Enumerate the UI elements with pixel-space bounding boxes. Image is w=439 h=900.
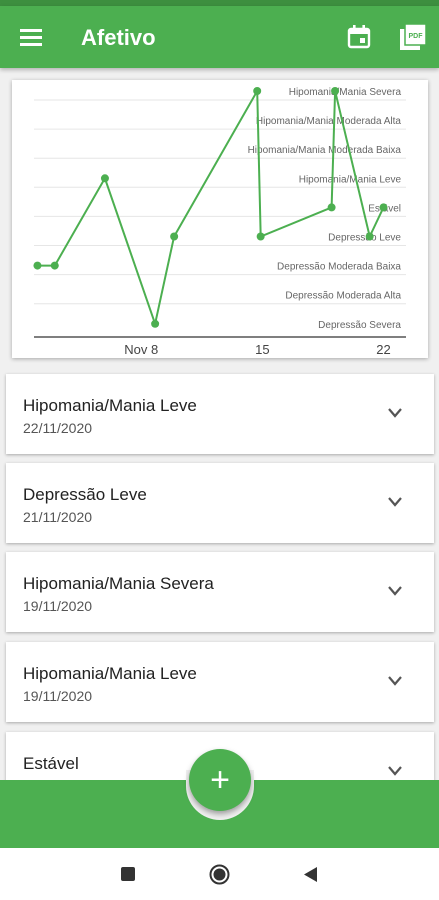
y-tick-label: Hipomania/Mania Leve: [299, 174, 402, 185]
mood-data-point: [100, 174, 109, 183]
x-tick-label: 15: [255, 342, 269, 357]
chevron-down-icon[interactable]: [386, 584, 404, 598]
chevron-down-icon[interactable]: [386, 495, 404, 509]
mood-data-point: [365, 232, 374, 241]
entry-date: 19/11/2020: [23, 598, 93, 614]
mood-data-point: [327, 203, 336, 212]
square-icon[interactable]: [121, 867, 135, 881]
entry-mood-label: Estável: [23, 754, 79, 773]
entry-date: 19/11/2020: [23, 688, 93, 704]
mood-data-point: [33, 261, 42, 270]
entry-date: 22/11/2020: [23, 420, 93, 436]
mood-data-point: [253, 87, 262, 95]
y-tick-label: Hipomania/Mania Moderada Alta: [256, 116, 402, 127]
mood-data-point: [379, 203, 388, 212]
hamburger-menu-icon[interactable]: [18, 25, 46, 49]
mood-entry-item[interactable]: Depressão Leve 21/11/2020: [6, 463, 434, 543]
mood-data-point: [331, 87, 340, 95]
y-tick-label: Depressão Leve: [328, 233, 401, 244]
y-tick-label: Depressão Severa: [318, 320, 401, 331]
calendar-icon[interactable]: [346, 24, 372, 50]
triangle-back-icon[interactable]: [304, 867, 318, 882]
entry-date: 21/11/2020: [23, 509, 93, 525]
add-entry-button[interactable]: +: [189, 749, 251, 811]
pdf-icon[interactable]: PDF: [399, 23, 427, 51]
entry-mood-label: Hipomania/Mania Leve: [23, 664, 197, 683]
svg-text:PDF: PDF: [409, 33, 424, 40]
mood-data-point: [170, 232, 179, 241]
mood-entry-item[interactable]: Hipomania/Mania Severa 19/11/2020: [6, 552, 434, 632]
chevron-down-icon[interactable]: [386, 674, 404, 688]
chevron-down-icon[interactable]: [386, 406, 404, 420]
add-icon: +: [210, 760, 230, 799]
mood-data-point: [50, 261, 59, 270]
mood-data-point: [151, 319, 160, 328]
y-tick-label: Hipomania/Mania Severa: [289, 87, 402, 98]
x-tick-label: Nov 8: [124, 342, 158, 357]
mood-entry-item[interactable]: Hipomania/Mania Leve 22/11/2020: [6, 374, 434, 454]
x-tick-label: 22: [376, 342, 390, 357]
mood-line-chart: Hipomania/Mania Severa Hipomania/Mania Mo…: [33, 87, 406, 357]
mood-data-point: [256, 232, 265, 241]
y-tick-label: Depressão Moderada Alta: [285, 291, 401, 302]
circle-icon[interactable]: [209, 864, 230, 885]
app-title: Afetivo: [81, 25, 156, 50]
entry-mood-label: Depressão Leve: [23, 485, 147, 504]
y-tick-label: Depressão Moderada Baixa: [277, 262, 401, 273]
system-navigation-bar: [0, 848, 439, 900]
entry-mood-label: Hipomania/Mania Severa: [23, 574, 214, 593]
chevron-down-icon[interactable]: [386, 764, 404, 778]
entry-mood-label: Hipomania/Mania Leve: [23, 396, 197, 415]
y-tick-label: Hipomania/Mania Moderada Baixa: [248, 145, 402, 156]
mood-chart: Hipomania/Mania Severa Hipomania/Mania Mo…: [12, 80, 428, 358]
mood-entry-item[interactable]: Hipomania/Mania Leve 19/11/2020: [6, 642, 434, 722]
app-bar: Afetivo PDF: [0, 6, 439, 68]
